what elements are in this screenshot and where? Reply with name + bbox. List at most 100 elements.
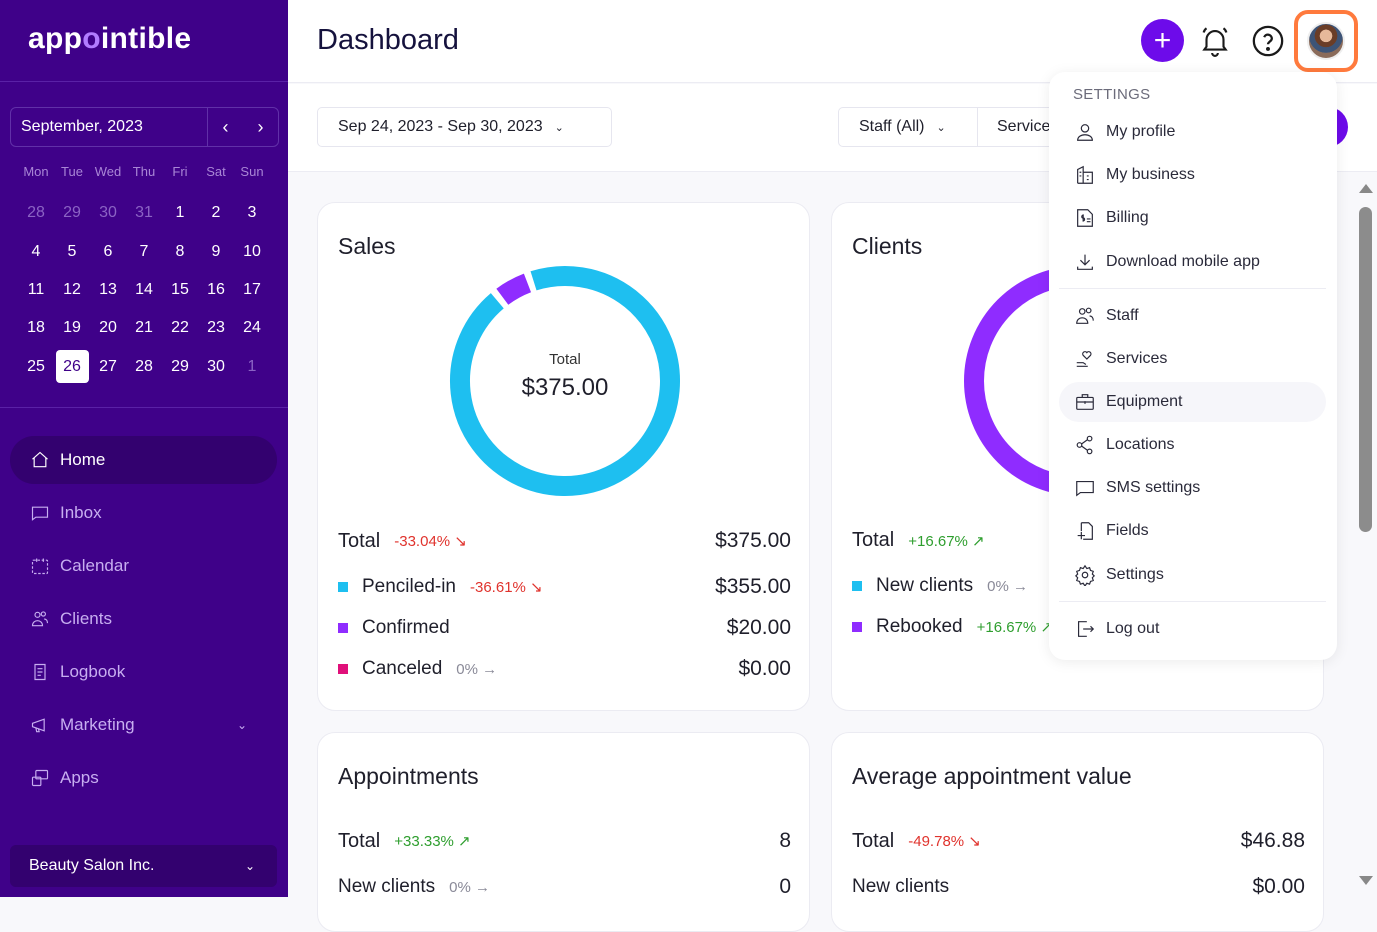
weekday-header: Mon Tue Wed Thu Fri Sat Sun (18, 164, 270, 179)
row-label: Total (852, 529, 895, 551)
calendar-day[interactable]: 4 (18, 232, 54, 270)
sidebar: appointible September, 2023 ‹ › Mon Tue We… (0, 0, 288, 897)
calendar-day[interactable]: 13 (90, 271, 126, 309)
date-range-label: Sep 24, 2023 - Sep 30, 2023 (338, 118, 543, 135)
nav-item-apps[interactable]: Apps (10, 754, 277, 802)
menu-item-services[interactable]: Services (1059, 339, 1326, 379)
menu-divider (1059, 288, 1326, 289)
calendar-day[interactable]: 24 (234, 309, 270, 347)
legend-swatch (338, 623, 348, 633)
chevron-right-icon[interactable]: › (246, 117, 276, 138)
menu-item-my-profile[interactable]: My profile (1059, 112, 1326, 152)
business-switcher[interactable]: Beauty Salon Inc. ⌄ (10, 845, 277, 887)
nav-item-marketing[interactable]: Marketing ⌄ (10, 701, 277, 749)
menu-item-billing[interactable]: Billing (1059, 198, 1326, 238)
trend-badge: 0% → (449, 878, 491, 896)
calendar-day[interactable]: 10 (234, 232, 270, 270)
calendar-day[interactable]: 14 (126, 271, 162, 309)
calendar-day[interactable]: 6 (90, 232, 126, 270)
menu-item-label: SMS settings (1106, 479, 1201, 496)
nav-item-label: Clients (60, 609, 112, 628)
calendar-day[interactable]: 18 (18, 309, 54, 347)
calendar-day[interactable]: 9 (198, 232, 234, 270)
calendar-day[interactable]: 29 (54, 194, 90, 232)
scroll-down-arrow-icon[interactable] (1359, 876, 1373, 885)
calendar-day[interactable]: 12 (54, 271, 90, 309)
row-label: New clients (852, 876, 950, 897)
menu-item-fields[interactable]: Fields (1059, 511, 1326, 551)
share-icon (1076, 435, 1093, 455)
legend-swatch (338, 664, 348, 674)
calendar-day[interactable]: 30 (198, 348, 234, 386)
calendar-day[interactable]: 11 (18, 271, 54, 309)
calendar-day[interactable]: 1 (234, 348, 270, 386)
menu-item-label: Settings (1106, 566, 1164, 583)
nav-item-clients[interactable]: Clients (10, 595, 277, 643)
help-icon[interactable] (1251, 24, 1285, 58)
menu-item-sms-settings[interactable]: SMS settings (1059, 468, 1326, 508)
scrollbar-thumb[interactable] (1359, 207, 1372, 532)
menu-item-locations[interactable]: Locations (1059, 425, 1326, 465)
calendar-day[interactable]: 7 (126, 232, 162, 270)
menu-item-settings[interactable]: Settings (1059, 555, 1326, 595)
nav-item-calendar[interactable]: Calendar (10, 542, 277, 590)
settings-dropdown-menu: SETTINGS My profile My business Billing Dow… (1049, 72, 1337, 660)
menu-item-label: My business (1106, 166, 1195, 183)
scrollbar[interactable] (1355, 172, 1377, 897)
add-button[interactable]: + (1141, 19, 1184, 62)
date-range-picker[interactable]: Sep 24, 2023 - Sep 30, 2023 ⌄ (317, 107, 612, 147)
weekday-label: Sun (240, 164, 264, 179)
donut-center: Total $375.00 (465, 351, 665, 402)
logout-icon (1077, 621, 1095, 637)
nav-item-logbook[interactable]: Logbook (10, 648, 277, 696)
menu-item-download-mobile-app[interactable]: Download mobile app (1059, 242, 1326, 282)
staff-filter[interactable]: Staff (All) ⌄ (838, 107, 978, 147)
calendar-day[interactable]: 15 (162, 271, 198, 309)
staff-filter-label: Staff (All) (859, 118, 925, 135)
menu-item-staff[interactable]: Staff (1059, 296, 1326, 336)
menu-item-log-out[interactable]: Log out (1059, 609, 1326, 649)
calendar-day[interactable]: 30 (90, 194, 126, 232)
nav-item-home[interactable]: Home (10, 436, 277, 484)
calendar-day[interactable]: 21 (126, 309, 162, 347)
calendar-day-today[interactable]: 26 (55, 350, 89, 384)
calendar-day[interactable]: 31 (126, 194, 162, 232)
chevron-left-icon[interactable]: ‹ (211, 117, 241, 138)
calendar-day[interactable]: 27 (90, 348, 126, 386)
nav-item-inbox[interactable]: Inbox (10, 489, 277, 537)
logo-check-icon: o (82, 22, 101, 55)
menu-divider (1059, 601, 1326, 602)
calendar-day[interactable]: 22 (162, 309, 198, 347)
service-filter[interactable]: Services (977, 107, 1057, 147)
calendar-day[interactable]: 23 (198, 309, 234, 347)
scroll-up-arrow-icon[interactable] (1359, 184, 1373, 193)
calendar-day[interactable]: 5 (54, 232, 90, 270)
calendar-day[interactable]: 20 (90, 309, 126, 347)
download-icon (1077, 254, 1093, 270)
file-add-icon (1077, 522, 1093, 540)
legend-row: Penciled-in -36.61% ↘ $355.00 (338, 575, 791, 599)
calendar-day[interactable]: 17 (234, 271, 270, 309)
calendar-day[interactable]: 1 (162, 194, 198, 232)
menu-item-my-business[interactable]: My business (1059, 155, 1326, 195)
bell-icon[interactable] (1198, 24, 1232, 58)
calendar-day[interactable]: 25 (18, 348, 54, 386)
calendar-day[interactable]: 3 (234, 194, 270, 232)
calendar-day[interactable]: 8 (162, 232, 198, 270)
calendar-day[interactable]: 29 (162, 348, 198, 386)
app-logo[interactable]: appointible (28, 22, 191, 56)
calendar-day[interactable]: 2 (198, 194, 234, 232)
menu-item-equipment[interactable]: Equipment (1059, 382, 1326, 422)
donut-slice-confirmed[interactable] (496, 273, 532, 305)
calendar-day[interactable]: 19 (54, 309, 90, 347)
calendar-day[interactable]: 28 (126, 348, 162, 386)
month-label[interactable]: September, 2023 (11, 108, 208, 146)
legend-swatch (338, 582, 348, 592)
calendar-day[interactable]: 16 (198, 271, 234, 309)
calendar-day[interactable]: 28 (18, 194, 54, 232)
briefcase-icon (1076, 394, 1094, 410)
megaphone-icon (31, 718, 45, 733)
profile-button[interactable] (1294, 10, 1358, 72)
avatar (1307, 22, 1345, 60)
business-name: Beauty Salon Inc. (29, 857, 155, 874)
